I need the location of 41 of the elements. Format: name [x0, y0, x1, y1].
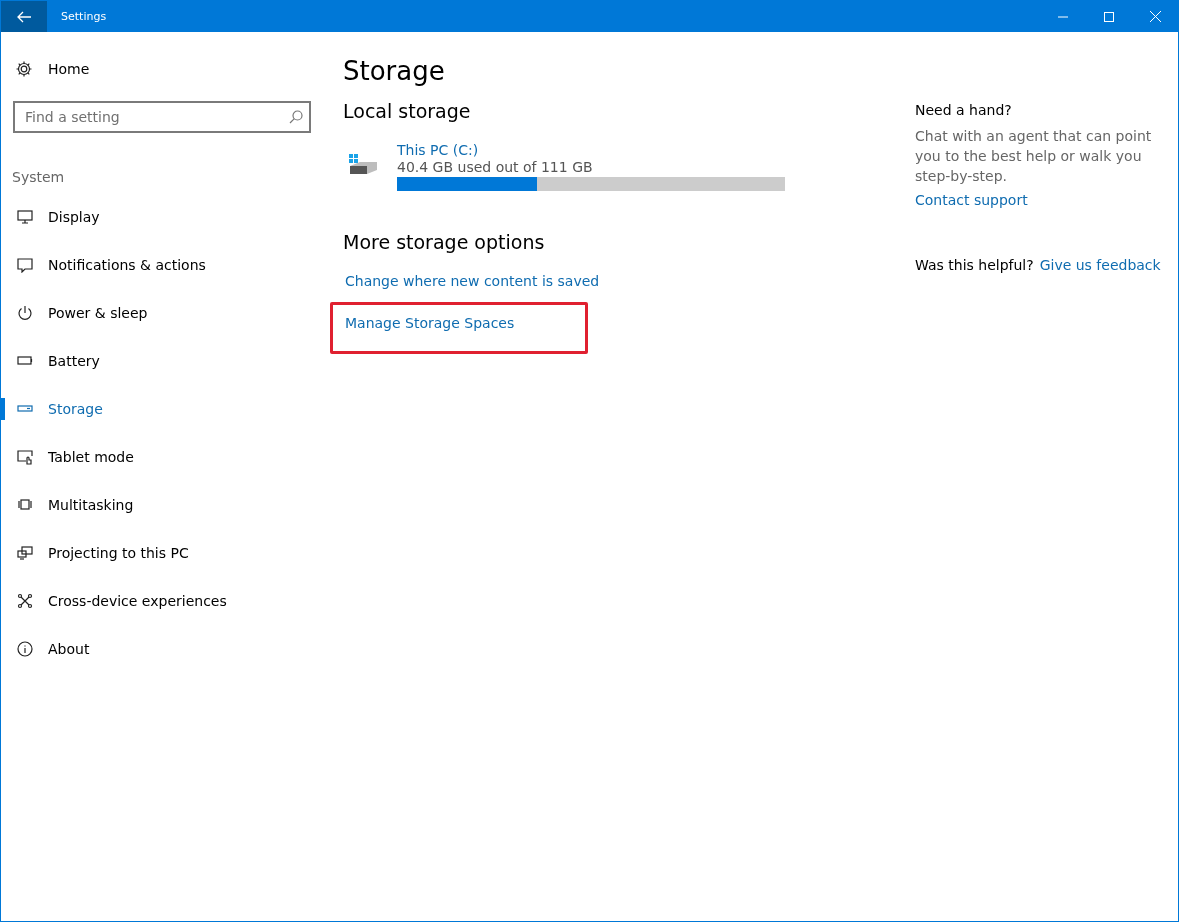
section-heading: More storage options: [343, 231, 546, 253]
nav-item[interactable]: Battery: [1, 337, 330, 385]
nav-item[interactable]: Tablet mode: [1, 433, 330, 481]
search-field[interactable]: Find a setting: [13, 101, 311, 133]
search-icon: [289, 110, 303, 124]
section-heading: Local storage: [343, 100, 472, 122]
multitask-icon: [17, 497, 33, 513]
option-link[interactable]: Change where new content is saved: [345, 273, 600, 289]
page-title: Storage: [343, 56, 446, 86]
window-title: Settings: [61, 10, 108, 23]
screens-icon: [17, 545, 33, 561]
power-icon: [17, 305, 33, 321]
nav-item[interactable]: Power & sleep: [1, 289, 330, 337]
nav-item[interactable]: About: [1, 625, 330, 673]
section-label: System: [12, 169, 66, 185]
network-nodes-icon: [17, 593, 33, 609]
contact-support-link[interactable]: Contact support: [915, 192, 1028, 208]
gear-icon: [15, 60, 33, 78]
usage-text: 40.4 GB used out of 111 GB: [397, 159, 594, 175]
feedback-link[interactable]: Give us feedback: [1039, 257, 1161, 273]
nav-item[interactable]: Display: [1, 193, 330, 241]
maximize-icon: [1104, 11, 1114, 22]
tablet-touch-icon: [17, 449, 33, 465]
speech-bubble-icon: [17, 257, 33, 273]
close-icon: [1149, 11, 1161, 22]
back-arrow-icon: [17, 10, 31, 23]
home-item[interactable]: Home: [1, 52, 330, 86]
option-link[interactable]: Manage Storage Spaces: [345, 315, 515, 331]
back-button[interactable]: [1, 1, 47, 32]
help-text: Chat with an agent that can point you to the best help or walk you step-by-step.: [915, 127, 1153, 186]
monitor-icon: [17, 209, 33, 225]
drive-link[interactable]: This PC (C:): [397, 142, 479, 158]
help-heading: Need a hand?: [915, 102, 1013, 118]
nav-item[interactable]: Projecting to this PC: [1, 529, 330, 577]
feedback-question: Was this helpful?: [915, 257, 1034, 273]
nav-item[interactable]: Storage: [1, 385, 330, 433]
nav-item[interactable]: Multitasking: [1, 481, 330, 529]
nav-item[interactable]: Notifications & actions: [1, 241, 330, 289]
drive-icon: [347, 152, 379, 176]
info-icon: [17, 641, 33, 657]
nav-item[interactable]: Cross-device experiences: [1, 577, 330, 625]
